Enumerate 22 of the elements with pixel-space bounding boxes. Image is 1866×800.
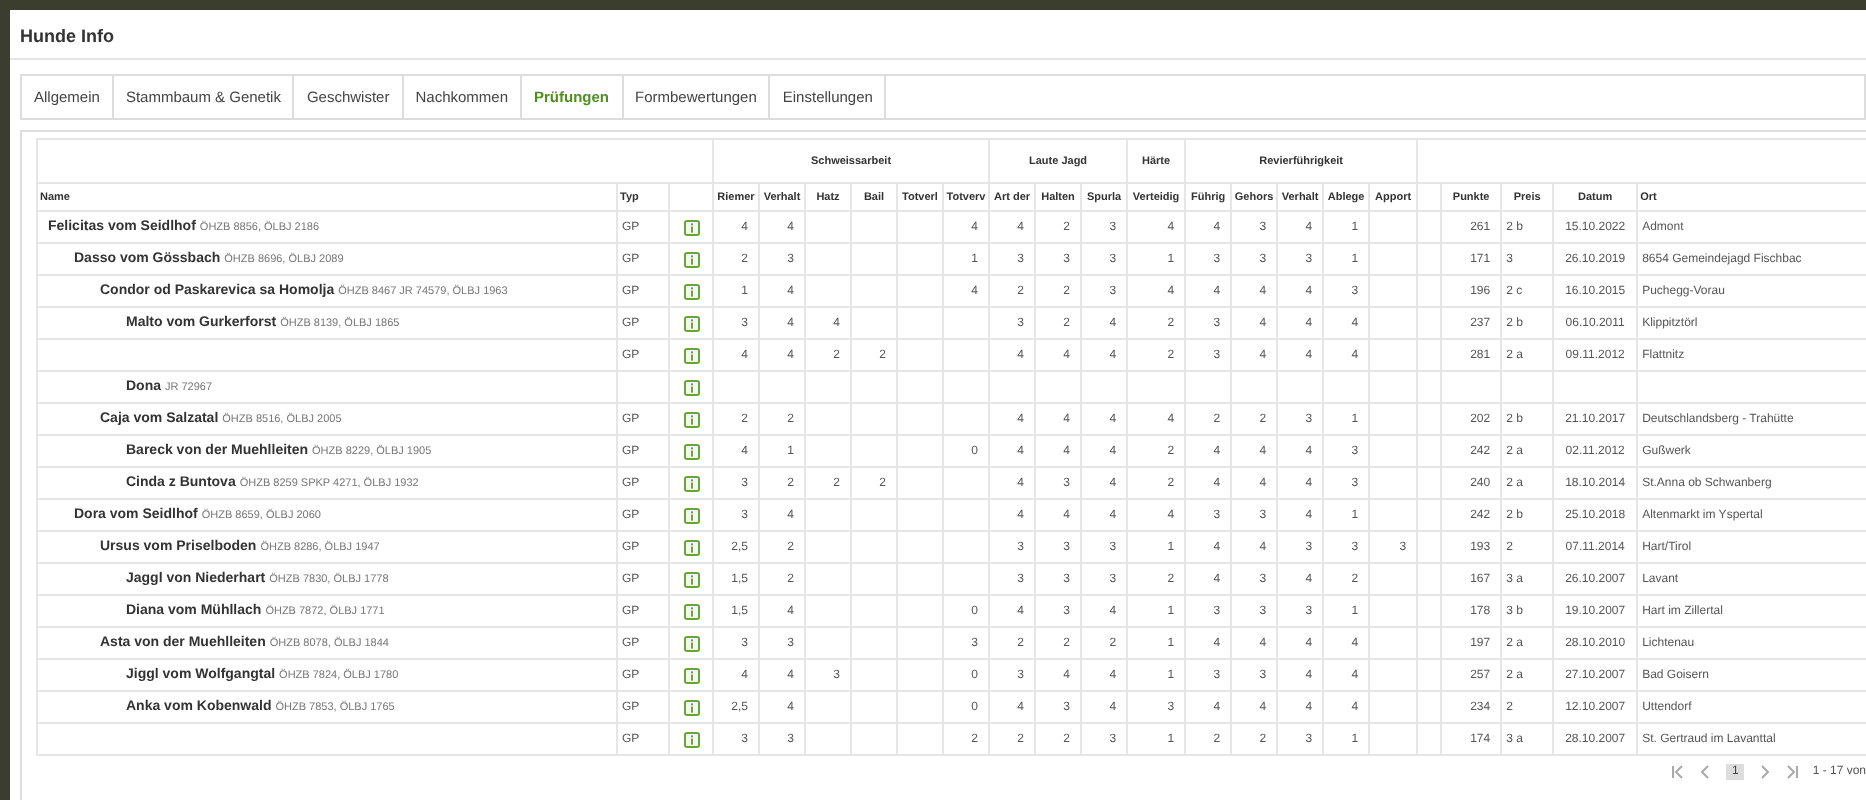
info-icon[interactable] (683, 539, 699, 555)
info-icon[interactable] (683, 347, 699, 363)
info-icon[interactable] (683, 699, 699, 715)
info-icon[interactable] (683, 507, 699, 523)
info-icon[interactable] (683, 219, 699, 235)
info-icon[interactable] (683, 315, 699, 331)
info-icon[interactable] (683, 635, 699, 651)
info-icon[interactable] (683, 251, 699, 267)
info-icon[interactable] (683, 379, 699, 395)
info-icon[interactable] (683, 731, 699, 747)
first-page-icon[interactable] (1669, 764, 1686, 780)
info-icon[interactable] (683, 667, 699, 683)
next-page-icon[interactable] (1756, 764, 1773, 780)
dialog-title: Hunde Info (18, 24, 114, 50)
info-icon[interactable] (683, 443, 699, 459)
info-icon[interactable] (683, 411, 699, 427)
info-icon[interactable] (683, 603, 699, 619)
info-icon[interactable] (683, 283, 699, 299)
info-icon[interactable] (683, 571, 699, 587)
previous-page-icon[interactable] (1697, 764, 1714, 780)
last-page-icon[interactable] (1784, 764, 1801, 780)
info-icon[interactable] (683, 475, 699, 491)
